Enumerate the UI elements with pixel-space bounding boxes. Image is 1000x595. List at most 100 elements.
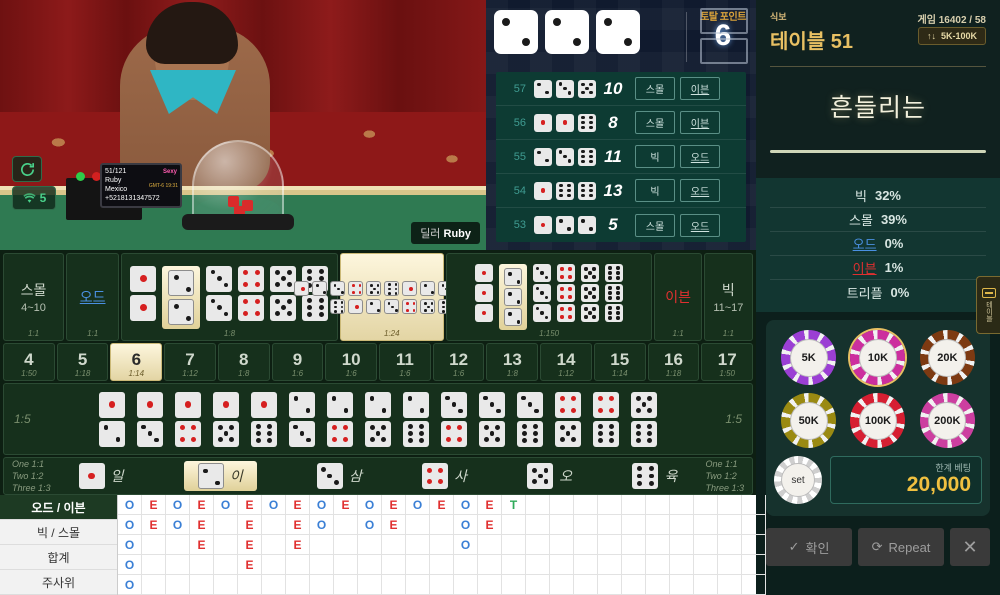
chip-10K[interactable]: 10K — [850, 330, 906, 385]
combo-1-5[interactable] — [213, 391, 239, 447]
bet-total-12[interactable]: 12 1:6 — [432, 343, 485, 381]
combo-4-6[interactable] — [593, 391, 619, 447]
board-row-singles: One 1:1 Two 1:2 Three 1:3 일 이 삼 사 오 육 One 1:1 Tw… — [3, 457, 753, 495]
combo-5-6[interactable] — [631, 391, 657, 447]
die-face-4 — [238, 265, 265, 292]
triple-5[interactable] — [581, 264, 600, 330]
pair-2[interactable] — [162, 265, 201, 329]
bet-combos-group[interactable]: 1:5 1:5 — [3, 383, 753, 455]
bet-total-13[interactable]: 13 1:8 — [486, 343, 539, 381]
bet-total-10[interactable]: 10 1:6 — [325, 343, 378, 381]
stat-value: 0% — [884, 236, 904, 251]
stat-row-3: 이븐 1% — [770, 256, 986, 280]
roadmap-cell: T — [502, 495, 526, 515]
bet-single-4[interactable]: 사 — [422, 461, 467, 491]
single-odds-line: Two 1:2 — [12, 471, 44, 481]
combo-1-6[interactable] — [251, 391, 277, 447]
chip-50K[interactable]: 50K — [781, 393, 837, 448]
bet-odd[interactable]: 오드 1:1 — [66, 253, 120, 341]
chip-100K[interactable]: 100K — [850, 393, 906, 448]
total-number: 16 — [664, 349, 683, 369]
pair-1[interactable] — [130, 265, 157, 329]
set-chip-button[interactable]: set — [774, 456, 822, 504]
bet-total-15[interactable]: 15 1:14 — [593, 343, 646, 381]
bet-single-1[interactable]: 일 — [78, 461, 124, 491]
bet-total-9[interactable]: 9 1:6 — [271, 343, 324, 381]
combo-2-6[interactable] — [403, 391, 429, 447]
bet-triples-group[interactable]: 1:150 — [445, 253, 653, 341]
combo-4-5[interactable] — [555, 391, 581, 447]
roadmap-cell — [334, 555, 358, 575]
roadmap-cell: O — [454, 515, 478, 535]
repeat-button[interactable]: ⟳ Repeat — [858, 528, 944, 566]
combo-2-5[interactable] — [365, 391, 391, 447]
cancel-button[interactable]: ✕ — [950, 528, 990, 566]
roadmap-tab-1[interactable]: 빅 / 스몰 — [0, 520, 117, 545]
refresh-icon[interactable] — [12, 156, 42, 182]
triple-3[interactable] — [533, 264, 552, 330]
confirm-button[interactable]: ✓ 확인 — [766, 528, 852, 566]
bet-big[interactable]: 빅 11~17 1:1 — [703, 253, 753, 341]
stat-row-4: 트리플 0% — [770, 280, 986, 304]
triple-2[interactable] — [499, 264, 528, 330]
die-face-3 — [330, 280, 346, 296]
chip-20K[interactable]: 20K — [919, 330, 975, 385]
roadmap-tab-2[interactable]: 합계 — [0, 545, 117, 570]
die-face-1 — [556, 113, 574, 132]
bet-limit-box: 한계 베팅 20,000 — [830, 456, 982, 504]
roadmap-cell: E — [430, 495, 454, 515]
bet-single-6[interactable]: 육 — [632, 461, 677, 491]
chip-5K[interactable]: 5K — [781, 330, 837, 385]
die-face-5 — [581, 304, 600, 322]
combo-2-4[interactable] — [327, 391, 353, 447]
roadmap-cell — [142, 535, 166, 555]
chip-200K[interactable]: 200K — [919, 393, 975, 448]
roadmap-cell — [574, 515, 598, 535]
roadmap-cell — [286, 555, 310, 575]
bet-single-2[interactable]: 이 — [183, 461, 257, 491]
combo-3-5[interactable] — [479, 391, 505, 447]
bet-small[interactable]: 스몰 4~10 1:1 — [3, 253, 65, 341]
bet-single-5[interactable]: 오 — [527, 461, 572, 491]
bet-total-11[interactable]: 11 1:6 — [379, 343, 431, 381]
combo-1-3[interactable] — [137, 391, 163, 447]
bet-total-4[interactable]: 4 1:50 — [3, 343, 55, 381]
wifi-icon[interactable]: 5 — [12, 186, 56, 210]
bet-total-16[interactable]: 16 1:18 — [647, 343, 700, 381]
bet-total-6[interactable]: 6 1:14 — [110, 343, 163, 381]
triple-1[interactable] — [475, 264, 494, 330]
bet-total-7[interactable]: 7 1:12 — [164, 343, 216, 381]
bet-any-triple[interactable]: 1:24 — [294, 253, 490, 341]
triple-4[interactable] — [557, 264, 576, 330]
triple-6[interactable] — [605, 264, 624, 330]
bet-limit-badge[interactable]: ↑↓ 5K-100K — [917, 27, 986, 45]
roadmap-tab-3[interactable]: 주사위 — [0, 570, 117, 595]
stat-row-0: 빅 32% — [770, 184, 986, 208]
live-video-feed[interactable]: 51/121 Ruby Mexico +5218131347572 Sexy G… — [0, 0, 486, 250]
bet-single-3[interactable]: 삼 — [316, 461, 362, 491]
pair-4[interactable] — [238, 265, 265, 329]
check-icon: ✓ — [788, 539, 800, 554]
bet-even[interactable]: 이븐 1:1 — [654, 253, 702, 341]
die-face-2 — [534, 147, 552, 166]
confirm-label: 확인 — [805, 540, 830, 556]
combo-3-4[interactable] — [441, 391, 467, 447]
roadmap-grid[interactable]: OOOOOEEOOEEEOEEEEOEEEOOEOOEEOEOOOEET — [118, 495, 766, 595]
pair-3[interactable] — [206, 265, 233, 329]
single-label: 사 — [454, 468, 468, 484]
combo-1-2[interactable] — [99, 391, 125, 447]
bet-total-8[interactable]: 8 1:8 — [217, 343, 270, 381]
total-odds: 1:14 — [611, 369, 628, 378]
roadmap-cell — [382, 575, 406, 595]
table-switch-tab[interactable]: 테이블 — [976, 276, 1000, 334]
board-row-numbers: 4 1:50 5 1:18 6 1:14 7 1:12 8 1:8 9 1:6 10 1:6 11 1:6 12… — [3, 343, 754, 381]
combo-3-6[interactable] — [517, 391, 543, 447]
die-face-1 — [137, 391, 163, 418]
combo-2-3[interactable] — [289, 391, 315, 447]
die-face-2 — [420, 280, 436, 296]
bet-total-14[interactable]: 14 1:12 — [540, 343, 592, 381]
combo-1-4[interactable] — [175, 391, 201, 447]
bet-total-17[interactable]: 17 1:50 — [701, 343, 754, 381]
roadmap-tab-0[interactable]: 오드 / 이븐 — [0, 495, 117, 520]
bet-total-5[interactable]: 5 1:18 — [56, 343, 109, 381]
